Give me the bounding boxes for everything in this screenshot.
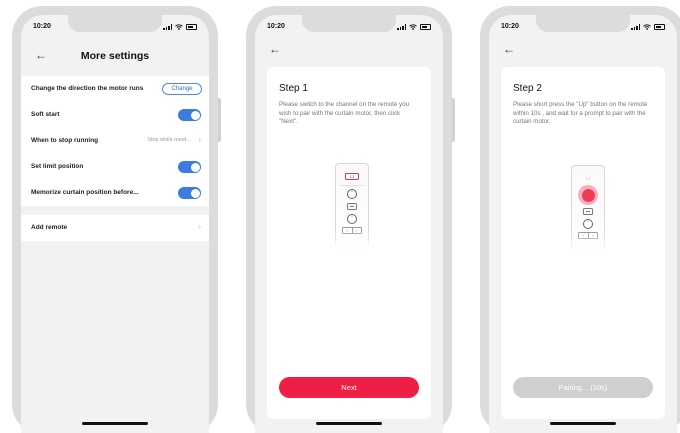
row-label-memorize: Memorize curtain position before... (31, 189, 139, 196)
chevron-right-icon: › (198, 135, 201, 144)
down-arrow-icon: ˇ (347, 214, 357, 224)
signal-icon (397, 24, 406, 30)
side-button (452, 98, 455, 142)
remote-channel-indicator: 1-1 (345, 173, 359, 180)
step2-screen: 10:20 ← Step 2 Please short press the "U… (489, 15, 677, 433)
pairing-button: Pairing... (10s) (513, 377, 653, 398)
status-indicators (397, 24, 431, 30)
down-arrow-icon: ˇ (583, 219, 593, 229)
up-arrow-icon: ˆ (347, 189, 357, 199)
phone-frame-step1: 10:20 ← Step 1 Please switch to the chan… (246, 6, 455, 433)
limit-position-toggle[interactable] (178, 161, 201, 173)
battery-icon (654, 24, 665, 30)
step-title: Step 1 (279, 83, 308, 94)
add-remote-card: Add remote › (21, 215, 209, 241)
chevron-right-icon: › (198, 222, 201, 231)
phone-frame-step2: 10:20 ← Step 2 Please short press the "U… (480, 6, 680, 433)
change-button[interactable]: Change (162, 83, 202, 95)
home-indicator (82, 422, 148, 425)
step1-screen: 10:20 ← Step 1 Please switch to the chan… (255, 15, 443, 433)
wifi-icon (175, 24, 183, 30)
settings-header: ← More settings (21, 39, 209, 69)
stop-icon (347, 203, 357, 210)
phone-frame-settings: 10:20 ← More settings Change the directi… (12, 6, 221, 433)
settings-screen: 10:20 ← More settings Change the directi… (21, 15, 209, 433)
row-memorize-position: Memorize curtain position before... (21, 180, 209, 206)
battery-icon (420, 24, 431, 30)
row-soft-start: Soft start (21, 102, 209, 128)
status-indicators (631, 24, 665, 30)
battery-icon (186, 24, 197, 30)
row-label-add-remote: Add remote (31, 224, 68, 231)
signal-icon (163, 24, 172, 30)
remote-divider (340, 185, 364, 186)
status-time: 10:20 (33, 23, 51, 30)
wifi-icon (643, 24, 651, 30)
status-bar: 10:20 (21, 23, 209, 37)
row-label-stop: When to stop running (31, 137, 99, 144)
step-card: Step 1 Please switch to the channel on t… (267, 67, 431, 419)
signal-icon (631, 24, 640, 30)
remote-fade (571, 232, 605, 252)
step-title: Step 2 (513, 83, 542, 94)
row-change-direction: Change the direction the motor runs Chan… (21, 76, 209, 102)
home-indicator (316, 422, 382, 425)
row-label-soft-start: Soft start (31, 111, 60, 118)
row-add-remote[interactable]: Add remote › (21, 215, 209, 241)
status-bar: 10:20 (489, 23, 677, 37)
row-label-limit: Set limit position (31, 163, 84, 170)
stop-icon (583, 208, 593, 215)
soft-start-toggle[interactable] (178, 109, 201, 121)
row-label-direction: Change the direction the motor runs (31, 85, 144, 92)
memorize-position-toggle[interactable] (178, 187, 201, 199)
step-instructions: Please switch to the channel on the remo… (279, 101, 410, 126)
row-when-to-stop[interactable]: When to stop running Stop while meet... … (21, 128, 209, 154)
up-button-highlight-icon (578, 185, 598, 205)
status-bar: 10:20 (255, 23, 443, 37)
step-instructions: Please short press the "Up" button on th… (513, 101, 648, 126)
status-time: 10:20 (501, 23, 519, 30)
row-limit-position: Set limit position (21, 154, 209, 180)
status-indicators (163, 24, 197, 30)
remote-channel-indicator: 1-1 (585, 176, 591, 181)
back-arrow-icon[interactable]: ← (269, 43, 281, 55)
side-button (218, 98, 221, 142)
row-value-stop: Stop while meet... (147, 137, 191, 143)
remote-fade (335, 230, 369, 250)
wifi-icon (409, 24, 417, 30)
back-arrow-icon[interactable]: ← (503, 43, 515, 55)
remote-illustration: 1-1 ˇ ‹› (571, 165, 605, 252)
home-indicator (550, 422, 616, 425)
page-title: More settings (80, 50, 150, 62)
next-button[interactable]: Next (279, 377, 419, 398)
remote-illustration: 1-1 ˆ ˇ ‹› (335, 163, 369, 250)
status-time: 10:20 (267, 23, 285, 30)
step-card: Step 2 Please short press the "Up" butto… (501, 67, 665, 419)
settings-card: Change the direction the motor runs Chan… (21, 76, 209, 206)
